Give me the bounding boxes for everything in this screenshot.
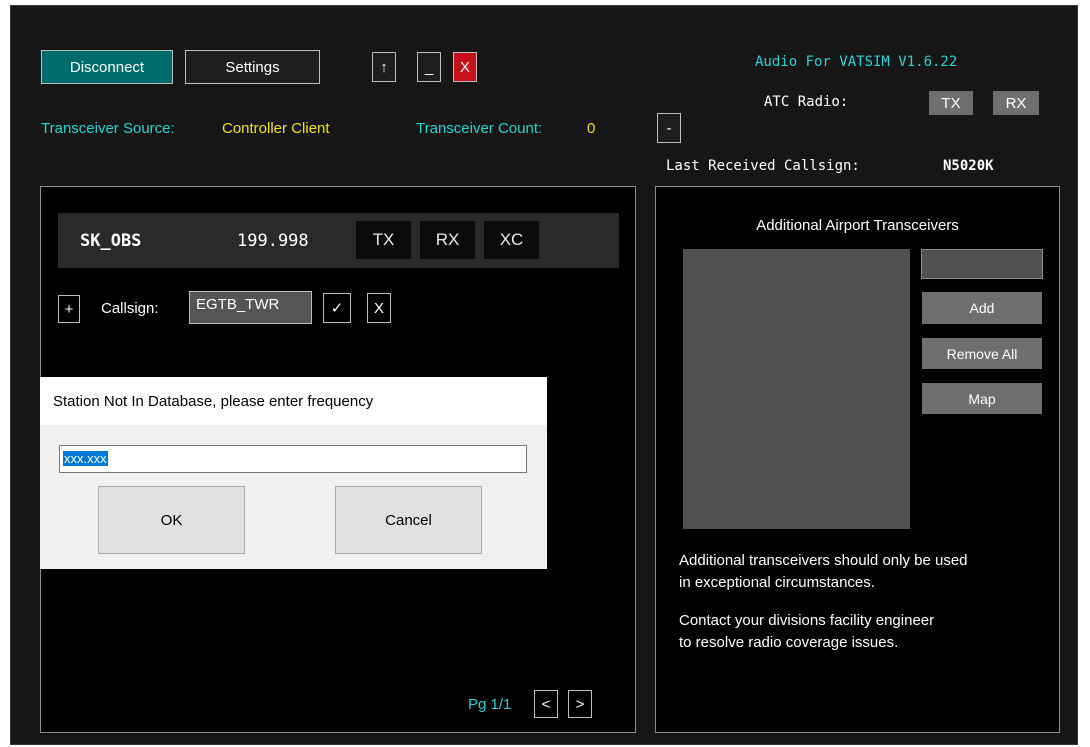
collapse-button[interactable]: - [657, 113, 681, 143]
transceiver-count-label: Transceiver Count: [416, 120, 543, 137]
confirm-callsign-icon[interactable]: ✓ [323, 293, 351, 323]
atc-rx-button[interactable]: RX [993, 91, 1039, 115]
close-button[interactable]: X [453, 52, 477, 82]
callsign-input[interactable]: EGTB_TWR [189, 291, 312, 324]
airport-note-engineer: Contact your divisions facility engineer… [679, 610, 934, 654]
arrow-up-icon[interactable]: ↑ [372, 52, 396, 82]
cancel-button[interactable]: Cancel [335, 486, 482, 554]
transceiver-count-value: 0 [587, 120, 596, 137]
atc-tx-button[interactable]: TX [929, 91, 973, 115]
page-indicator: Pg 1/1 [468, 696, 512, 713]
airport-icao-input[interactable] [921, 249, 1043, 279]
station-frequency: 199.998 [237, 231, 309, 251]
dialog-title: Station Not In Database, please enter fr… [53, 393, 374, 410]
station-row: SK_OBS 199.998 TX RX XC [58, 213, 619, 268]
station-callsign: SK_OBS [80, 231, 142, 251]
transceiver-source-label: Transceiver Source: [41, 120, 175, 137]
station-tx-button[interactable]: TX [356, 221, 411, 259]
station-xc-button[interactable]: XC [484, 221, 539, 259]
note-line: Contact your divisions facility engineer [679, 612, 935, 629]
add-station-button[interactable]: + [58, 295, 80, 323]
atc-radio-label: ATC Radio: [764, 94, 849, 110]
disconnect-button[interactable]: Disconnect [41, 50, 173, 84]
note-line: in exceptional circumstances. [679, 574, 875, 591]
ok-button[interactable]: OK [98, 486, 245, 554]
frequency-dialog: Station Not In Database, please enter fr… [40, 377, 547, 569]
last-received-callsign: N5020K [943, 158, 994, 174]
minimize-button[interactable]: _ [417, 52, 441, 82]
airport-note-exceptional: Additional transceivers should only be u… [679, 550, 968, 594]
frequency-input-selection: xxx.xxx [63, 451, 108, 466]
note-line: Additional transceivers should only be u… [679, 552, 968, 569]
transceiver-source-value: Controller Client [222, 120, 330, 137]
app-window: Disconnect Settings ↑ _ X Audio For VATS… [10, 5, 1078, 745]
callsign-label: Callsign: [101, 300, 159, 317]
airport-transceivers-panel: Additional Airport Transceivers Add Remo… [655, 186, 1060, 733]
cancel-callsign-icon[interactable]: X [367, 293, 391, 323]
remove-all-button[interactable]: Remove All [922, 338, 1042, 369]
airport-panel-title: Additional Airport Transceivers [756, 217, 959, 234]
note-line: to resolve radio coverage issues. [679, 634, 899, 651]
add-airport-button[interactable]: Add [922, 292, 1042, 324]
dialog-header: Station Not In Database, please enter fr… [40, 377, 547, 425]
settings-button[interactable]: Settings [185, 50, 320, 84]
prev-page-button[interactable]: < [534, 690, 558, 718]
map-button[interactable]: Map [922, 383, 1042, 414]
frequency-input[interactable]: xxx.xxx [59, 445, 527, 473]
next-page-button[interactable]: > [568, 690, 592, 718]
station-rx-button[interactable]: RX [420, 221, 475, 259]
last-received-label: Last Received Callsign: [666, 158, 860, 174]
airport-transceiver-list[interactable] [683, 249, 910, 529]
app-title: Audio For VATSIM V1.6.22 [755, 54, 958, 70]
